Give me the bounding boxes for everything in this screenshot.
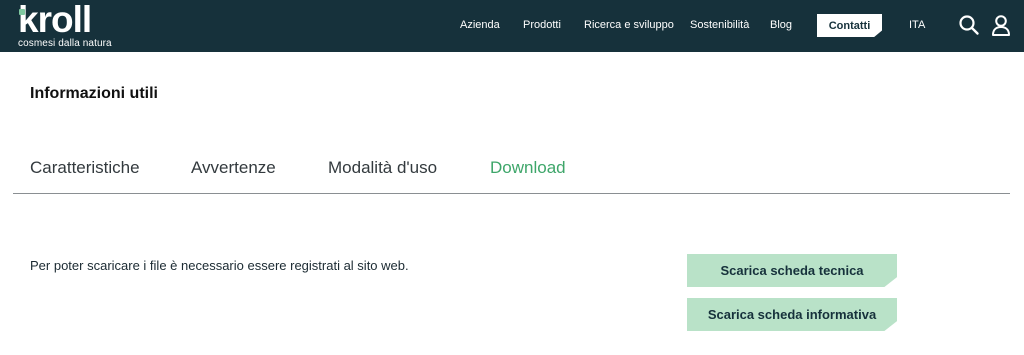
download-info-sheet-button[interactable]: Scarica scheda informativa — [687, 298, 897, 331]
site-header: kroll cosmesi dalla natura Azienda Prodo… — [0, 0, 1024, 52]
search-icon[interactable] — [958, 14, 980, 36]
tabs-divider — [13, 193, 1010, 194]
user-icon[interactable] — [990, 14, 1012, 36]
nav-item-sostenibilita[interactable]: Sostenibilità — [690, 18, 749, 32]
nav-item-blog[interactable]: Blog — [770, 18, 792, 32]
logo-tagline: cosmesi dalla natura — [18, 38, 112, 49]
tab-modalita-uso[interactable]: Modalità d'uso — [328, 157, 437, 179]
tab-avvertenze[interactable]: Avvertenze — [191, 157, 276, 179]
language-selector[interactable]: ITA — [909, 18, 925, 32]
logo-leaf-mark — [19, 9, 25, 15]
nav-item-ricerca-e-sviluppo[interactable]: Ricerca e sviluppo — [584, 18, 674, 32]
kroll-logo[interactable]: kroll cosmesi dalla natura — [18, 0, 112, 50]
download-technical-sheet-button[interactable]: Scarica scheda tecnica — [687, 254, 897, 287]
tab-download[interactable]: Download — [490, 157, 566, 179]
section-title: Informazioni utili — [30, 85, 158, 102]
tab-caratteristiche[interactable]: Caratteristiche — [30, 157, 140, 179]
nav-item-azienda[interactable]: Azienda — [460, 18, 500, 32]
contact-button[interactable]: Contatti — [817, 14, 882, 37]
nav-item-prodotti[interactable]: Prodotti — [523, 18, 561, 32]
logo-wordmark: kroll — [18, 0, 92, 40]
registration-notice: Per poter scaricare i file è necessario … — [30, 258, 409, 273]
